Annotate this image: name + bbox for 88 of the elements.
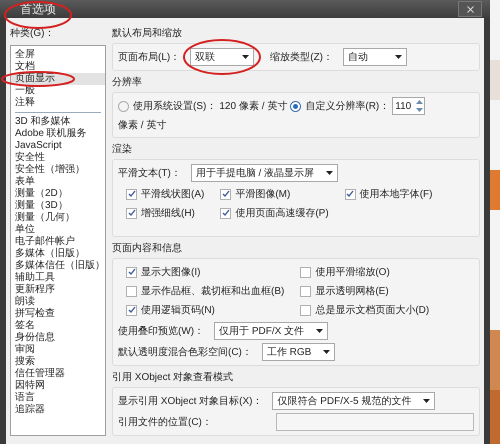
category-item[interactable]: 表单 (15, 176, 101, 188)
close-icon (464, 4, 476, 14)
category-item[interactable]: 测量（3D） (15, 200, 101, 212)
checkbox[interactable] (300, 266, 312, 278)
checkbox[interactable] (126, 188, 137, 200)
checkbox[interactable] (126, 286, 137, 296)
field-label: 默认透明度混合色彩空间(C)： (118, 346, 252, 360)
category-item[interactable]: 注释 (11, 97, 105, 109)
category-item[interactable]: 多媒体信任（旧版） (15, 260, 101, 272)
checkbox[interactable] (126, 304, 137, 316)
dropdown-arrow-icon (242, 55, 250, 59)
section-title: 渲染 (112, 142, 133, 157)
section-title: 默认布局和缩放 (112, 26, 183, 41)
category-item[interactable]: 拼写检查 (15, 308, 101, 320)
radio-label: 自定义分辨率(R)： (305, 100, 390, 114)
checkbox[interactable] (344, 188, 356, 200)
field-label: 使用叠印预览(W)： (118, 324, 204, 338)
radio-label: 使用系统设置(S)： (133, 100, 216, 114)
category-item[interactable]: 身份信息 (15, 332, 101, 344)
checkbox-label: 平滑图像(M) (235, 188, 290, 202)
close-button[interactable] (458, 1, 482, 17)
field-label: 显示引用 XObject 对象目标(X)： (118, 394, 262, 408)
category-item[interactable]: 搜索 (15, 356, 101, 368)
category-item[interactable]: 安全性（增强） (15, 164, 101, 176)
dropdown[interactable]: 工作 RGB (262, 343, 336, 361)
category-item[interactable]: 信任管理器 (15, 368, 101, 380)
category-item[interactable]: Adobe 联机服务 (15, 128, 101, 140)
spinner-field[interactable]: 110 (392, 97, 426, 115)
unit-text: 120 (219, 100, 236, 114)
checkbox[interactable] (126, 208, 137, 218)
dropdown[interactable]: 仅限符合 PDF/X-5 规范的文件 (272, 392, 436, 410)
dropdown-arrow-icon (326, 171, 334, 175)
category-item[interactable]: 全屏 (11, 49, 105, 61)
category-label: 种类(G)： (10, 26, 56, 41)
checkbox-label: 使用页面高速缓存(P) (235, 206, 329, 220)
radio-button[interactable] (118, 100, 129, 112)
unit-text: 像素 / 英寸 (239, 100, 288, 114)
category-item[interactable]: 语言 (15, 392, 101, 404)
checkbox[interactable] (220, 188, 232, 200)
checkbox-label: 使用逻辑页码(N) (141, 304, 215, 318)
category-item[interactable]: 朗读 (15, 296, 101, 308)
checkbox-label: 显示大图像(I) (141, 266, 200, 280)
field-label: 页面布局(L)： (118, 50, 180, 64)
annotation-ellipse (4, 1, 72, 29)
dropdown-arrow-icon (316, 329, 324, 333)
spinner-arrows-icon (415, 99, 424, 113)
window-title: 首选项 (20, 1, 56, 18)
category-item[interactable]: 签名 (15, 320, 101, 332)
category-item[interactable]: 审阅 (15, 344, 101, 356)
checkbox[interactable] (300, 286, 312, 296)
dropdown-arrow-icon (395, 55, 402, 59)
dropdown-arrow-icon (323, 350, 330, 354)
category-item[interactable]: 单位 (15, 224, 101, 236)
checkbox[interactable] (300, 304, 312, 316)
field-label: 平滑文本(T)： (118, 166, 181, 180)
checkbox-label: 使用平滑缩放(O) (315, 266, 390, 280)
category-item[interactable]: 文档 (11, 61, 105, 73)
checkbox[interactable] (220, 208, 232, 218)
category-item[interactable]: 追踪器 (15, 404, 101, 416)
dropdown-arrow-icon (423, 399, 430, 403)
category-item[interactable]: 多媒体（旧版） (15, 248, 101, 260)
section-title: 页面内容和信息 (112, 242, 183, 256)
checkbox-label: 增强细线(H) (141, 206, 195, 220)
category-item[interactable]: 电子邮件帐户 (15, 236, 101, 248)
section-title: 分辨率 (112, 76, 143, 90)
category-item[interactable]: 因特网 (15, 380, 101, 392)
category-item[interactable]: 辅助工具 (15, 272, 101, 284)
category-item[interactable]: 安全性 (15, 152, 101, 164)
dropdown[interactable]: 双联 (190, 48, 254, 66)
dropdown[interactable]: 仅用于 PDF/X 文件 (214, 322, 328, 340)
dropdown[interactable]: 用于手提电脑 / 液晶显示屏 (190, 164, 338, 182)
category-item[interactable]: 测量（几何） (15, 212, 101, 224)
category-item[interactable]: 更新程序 (15, 284, 101, 296)
checkbox-label: 平滑线状图(A) (141, 188, 204, 202)
checkbox-label: 总是显示文档页面大小(D) (315, 304, 430, 318)
checkbox-label: 显示作品框、裁切框和出血框(B) (141, 284, 284, 298)
checkbox-label: 使用本地字体(F) (360, 188, 432, 202)
category-item[interactable]: 3D 和多媒体 (15, 116, 101, 128)
category-item[interactable]: 测量（2D） (15, 188, 101, 200)
radio-button[interactable] (290, 100, 302, 112)
unit-text: 像素 / 英寸 (118, 118, 166, 133)
checkbox[interactable] (126, 266, 137, 278)
field-label: 引用文件的位置(C)： (118, 416, 213, 430)
field-label: 缩放类型(Z)： (270, 50, 334, 64)
checkbox-label: 显示透明网格(E) (315, 284, 389, 298)
dropdown[interactable]: 自动 (343, 48, 408, 66)
section-title: 引用 XObject 对象查看模式 (112, 370, 234, 385)
category-item[interactable]: JavaScript (15, 140, 101, 152)
